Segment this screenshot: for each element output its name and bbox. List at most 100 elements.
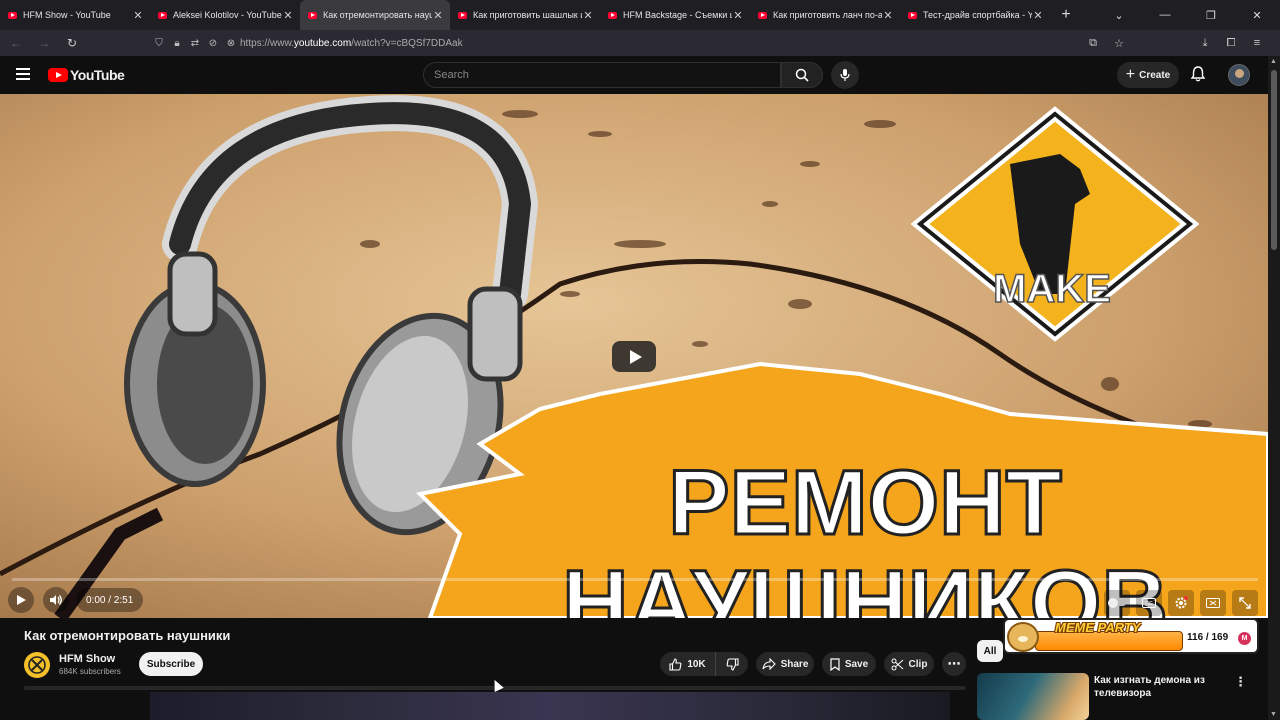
volume-button[interactable]	[43, 587, 69, 613]
meme-party-badge: M	[1238, 632, 1251, 645]
autoplay-toggle[interactable]	[1104, 590, 1130, 616]
minimize-icon[interactable]: —	[1142, 9, 1188, 21]
youtube-favicon-icon	[908, 11, 917, 19]
browser-tab[interactable]: Как приготовить шашлык из к✕	[450, 0, 600, 30]
thumbnail-badge-text: MAKE	[993, 267, 1111, 311]
back-icon[interactable]: ←	[4, 31, 28, 55]
more-actions-button[interactable]: ⋯	[942, 652, 966, 676]
hamburger-menu-icon[interactable]	[16, 68, 30, 80]
close-tab-icon[interactable]: ✕	[432, 9, 444, 22]
scrollbar-thumb[interactable]	[1271, 70, 1277, 250]
voice-search-button[interactable]	[831, 61, 859, 89]
notifications-button[interactable]	[1190, 65, 1206, 83]
browser-tab[interactable]: Как приготовить ланч по-амер✕	[750, 0, 900, 30]
new-tab-icon[interactable]: +	[1054, 3, 1078, 27]
youtube-logo[interactable]: YouTube	[48, 67, 125, 83]
save-button[interactable]: Save	[822, 652, 876, 676]
close-tab-icon[interactable]: ✕	[882, 9, 894, 22]
close-tab-icon[interactable]: ✕	[582, 9, 594, 22]
browser-tab-active[interactable]: Как отремонтировать наушни✕	[300, 0, 450, 30]
meme-party-count: 116 / 169	[1187, 632, 1229, 643]
browser-tab-strip: HFM Show - YouTube ✕ Aleksei Kolotilov - …	[0, 0, 1280, 30]
tab-title: HFM Show - YouTube	[23, 10, 111, 20]
picture-in-picture-icon[interactable]: ⧉	[1080, 37, 1106, 50]
meme-party-overlay[interactable]: MEME PARTY 116 / 169 M	[1003, 618, 1259, 654]
autoplay-toggle-icon	[1108, 598, 1126, 608]
youtube-wordmark: YouTube	[70, 67, 125, 83]
more-horizontal-icon: ⋯	[947, 656, 961, 671]
filter-chip-all[interactable]: All	[977, 640, 1003, 662]
lock-icon[interactable]: 🔒︎	[168, 38, 186, 49]
play-button[interactable]	[8, 587, 34, 613]
close-tab-icon[interactable]: ✕	[1032, 9, 1044, 22]
clip-button[interactable]: Clip	[884, 652, 934, 676]
share-button[interactable]: Share	[756, 652, 814, 676]
channel-name[interactable]: HFM Show	[59, 653, 115, 665]
scroll-up-icon[interactable]: ▲	[1270, 58, 1277, 65]
shield-icon[interactable]: ⛉	[150, 38, 168, 49]
permissions-icon[interactable]: ⇄	[186, 38, 204, 49]
search-button[interactable]	[781, 62, 823, 88]
dislike-button[interactable]	[716, 652, 748, 676]
extensions-icon[interactable]: ⧠	[1218, 37, 1244, 50]
browser-toolbar: ← → ↻ ⛉ 🔒︎ ⇄ ⊘ ⊗ https://www.youtube.com…	[0, 30, 1280, 56]
close-tab-icon[interactable]: ✕	[282, 9, 294, 22]
tab-title: Как приготовить шашлык из к	[473, 10, 582, 20]
time-display: 0:00 / 2:51	[76, 588, 144, 612]
reload-icon[interactable]: ↻	[60, 31, 84, 55]
channel-subscribers: 684K subscribers	[59, 667, 121, 676]
meme-party-title: MEME PARTY	[1055, 620, 1141, 635]
video-progress-bar[interactable]	[12, 578, 1258, 581]
create-label: Create	[1139, 69, 1171, 81]
tab-list-icon[interactable]: ⌄	[1096, 9, 1142, 22]
scroll-down-icon[interactable]: ▼	[1270, 711, 1277, 718]
subscribe-button[interactable]: Subscribe	[139, 652, 203, 676]
close-tab-icon[interactable]: ✕	[732, 9, 744, 22]
address-bar[interactable]: ⛉ 🔒︎ ⇄ ⊘ ⊗ https://www.youtube.com/watch…	[150, 32, 1130, 54]
browser-tab[interactable]: Тест-драйв спортбайка - YouT✕	[900, 0, 1050, 30]
browser-tab[interactable]: HFM Show - YouTube ✕	[0, 0, 150, 30]
video-info-section: Как отремонтировать наушники HFM Show 68…	[0, 618, 1268, 720]
gear-icon	[1175, 596, 1188, 609]
restore-icon[interactable]: ❐	[1188, 9, 1234, 22]
search-input[interactable]: Search	[423, 62, 781, 88]
settings-button[interactable]	[1168, 590, 1194, 616]
thumbs-down-icon	[726, 657, 739, 671]
video-player[interactable]: MAKE РЕМОНТ НАУШНИКОВ 0:00 / 2:51 CC	[0, 94, 1268, 618]
blocked-icon[interactable]: ⊗	[222, 38, 240, 49]
youtube-favicon-icon	[758, 11, 767, 19]
like-count: 10K	[687, 658, 706, 670]
close-tab-icon[interactable]: ✕	[132, 9, 144, 22]
thumbs-up-icon	[669, 657, 682, 671]
recommended-video-title[interactable]: Как изгнать демона из телевизора	[1094, 674, 1224, 700]
page-scrollbar[interactable]: ▲ ▼	[1268, 56, 1280, 720]
fullscreen-icon	[1239, 597, 1251, 609]
subtitles-button[interactable]: CC	[1136, 590, 1162, 616]
miniplayer-button[interactable]	[1200, 590, 1226, 616]
bookmark-star-icon[interactable]: ☆	[1106, 37, 1132, 50]
url-text: https://www.youtube.com/watch?v=cBQSf7DD…	[240, 38, 463, 49]
menu-icon[interactable]: ≡	[1244, 37, 1270, 49]
browser-tab[interactable]: HFM Backstage - Съемки шаш✕	[600, 0, 750, 30]
window-controls: ⌄ — ❐ ✕	[1096, 0, 1280, 30]
svg-text:CC: CC	[1145, 601, 1153, 607]
more-vertical-icon[interactable]: ⋮	[1234, 674, 1247, 690]
browser-tab[interactable]: Aleksei Kolotilov - YouTube ✕	[150, 0, 300, 30]
downloads-icon[interactable]: ⤓	[1192, 37, 1218, 50]
large-play-button[interactable]	[612, 341, 656, 372]
tab-title: Тест-драйв спортбайка - YouT	[923, 10, 1032, 20]
fullscreen-button[interactable]	[1232, 590, 1258, 616]
tab-title: Как отремонтировать наушни	[323, 10, 432, 20]
like-button[interactable]: 10K	[660, 652, 716, 676]
microphone-icon	[840, 69, 850, 81]
create-button[interactable]: + Create	[1117, 62, 1179, 88]
channel-avatar[interactable]	[24, 652, 50, 678]
volume-icon	[50, 595, 62, 605]
close-window-icon[interactable]: ✕	[1234, 9, 1280, 22]
account-avatar[interactable]	[1228, 64, 1250, 86]
forward-icon[interactable]: →	[32, 31, 56, 55]
youtube-play-logo-icon	[48, 68, 68, 82]
recommended-video-thumbnail[interactable]	[977, 673, 1089, 720]
scissors-icon	[891, 658, 903, 670]
camera-blocked-icon[interactable]: ⊘	[204, 38, 222, 49]
